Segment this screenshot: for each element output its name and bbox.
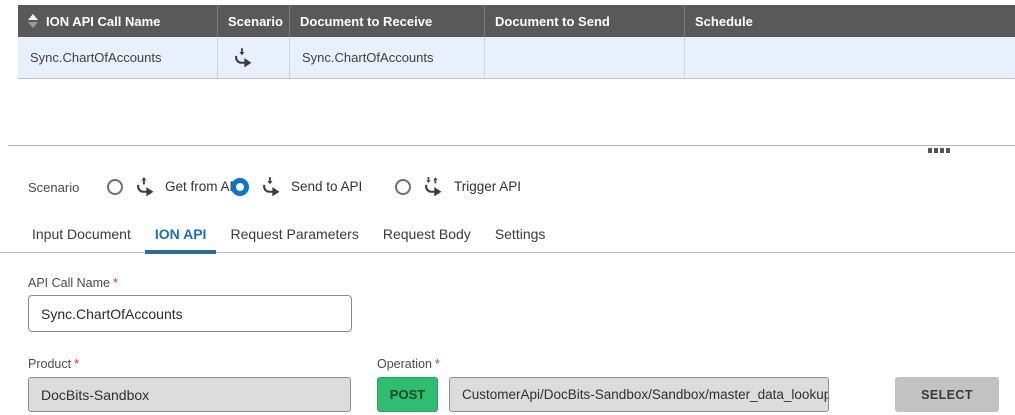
cell-document-to-receive[interactable]: Sync.ChartOfAccounts	[290, 37, 485, 78]
get-from-api-icon	[135, 176, 156, 197]
trigger-api-icon	[423, 176, 445, 197]
cell-text: Sync.ChartOfAccounts	[302, 50, 434, 65]
tab-request-parameters[interactable]: Request Parameters	[220, 226, 368, 252]
select-operation-button[interactable]: SELECT	[895, 377, 999, 412]
label-text: Product	[28, 357, 72, 371]
radio-unchecked[interactable]	[395, 178, 411, 195]
radio-option-label: Send to API	[291, 179, 363, 194]
column-header-label: Document to Send	[495, 13, 610, 29]
required-asterisk: *	[74, 357, 79, 371]
radio-option-label: Trigger API	[454, 179, 522, 194]
api-calls-table: ION API Call Name Scenario Document to R…	[18, 5, 1015, 79]
operation-label: Operation *	[377, 357, 440, 371]
operation-endpoint-field[interactable]: CustomerApi/DocBits-Sandbox/Sandbox/mast…	[449, 377, 829, 412]
scenario-group-label: Scenario	[28, 180, 80, 195]
sort-arrows-icon[interactable]	[28, 14, 38, 28]
column-header-label: Schedule	[695, 13, 753, 29]
send-to-api-icon	[261, 176, 282, 197]
drag-handle-dots-icon[interactable]	[928, 148, 950, 153]
column-header-label: ION API Call Name	[46, 13, 161, 29]
cell-ion-api-call-name[interactable]: Sync.ChartOfAccounts	[18, 37, 218, 78]
radio-checked[interactable]	[231, 177, 249, 196]
radio-unchecked[interactable]	[107, 178, 123, 195]
radio-option-get-from-api[interactable]: Get from API	[107, 176, 242, 197]
cell-text: Sync.ChartOfAccounts	[30, 50, 162, 65]
ion-api-configuration-page: ION API Call Name Scenario Document to R…	[0, 0, 1015, 415]
column-header-label: Scenario	[228, 13, 283, 29]
table-header-row: ION API Call Name Scenario Document to R…	[18, 5, 1015, 37]
http-method-badge[interactable]: POST	[377, 377, 438, 412]
column-header-document-to-send[interactable]: Document to Send	[485, 5, 685, 37]
label-text: Operation	[377, 357, 432, 371]
tab-input-document[interactable]: Input Document	[22, 226, 141, 252]
cell-schedule[interactable]	[685, 37, 1015, 78]
tab-settings[interactable]: Settings	[485, 226, 556, 252]
send-to-api-icon	[233, 47, 254, 68]
radio-option-trigger-api[interactable]: Trigger API	[395, 176, 521, 197]
cell-scenario[interactable]	[218, 37, 290, 78]
label-text: API Call Name	[28, 276, 110, 290]
column-header-ion-api-call-name[interactable]: ION API Call Name	[18, 5, 218, 37]
tab-ion-api[interactable]: ION API	[144, 226, 217, 254]
product-label: Product *	[28, 357, 79, 371]
required-asterisk: *	[434, 357, 440, 371]
product-input[interactable]	[28, 377, 351, 412]
table-row[interactable]: Sync.ChartOfAccounts Sync.ChartOfAccount…	[18, 37, 1015, 79]
required-asterisk: *	[112, 276, 118, 290]
column-header-schedule[interactable]: Schedule	[685, 5, 1015, 37]
column-header-scenario[interactable]: Scenario	[218, 5, 290, 37]
column-header-label: Document to Receive	[300, 13, 433, 29]
api-call-name-input[interactable]	[28, 295, 352, 332]
detail-tabbar: Input Document ION API Request Parameter…	[0, 222, 1015, 254]
api-call-name-label: API Call Name *	[28, 276, 118, 290]
column-header-document-to-receive[interactable]: Document to Receive	[290, 5, 485, 37]
cell-document-to-send[interactable]	[485, 37, 685, 78]
panel-divider	[8, 145, 1015, 146]
tab-request-body[interactable]: Request Body	[373, 226, 481, 252]
radio-option-send-to-api[interactable]: Send to API	[231, 176, 362, 197]
